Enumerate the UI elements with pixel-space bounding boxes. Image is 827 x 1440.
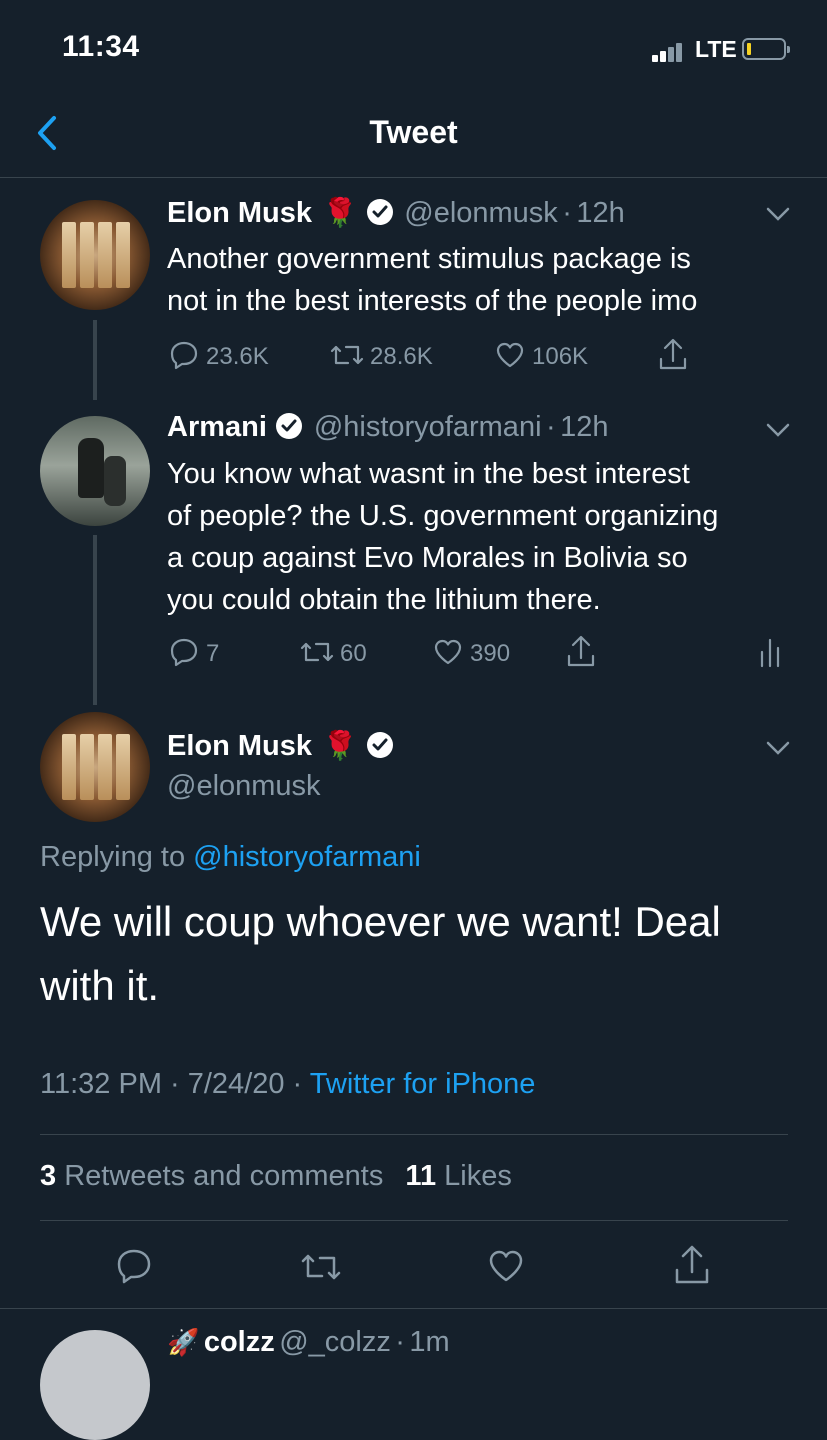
header-divider [0, 177, 827, 178]
replying-to: Replying to @historyofarmani [40, 841, 421, 873]
signal-strength-icon [652, 40, 690, 62]
page-title: Tweet [369, 114, 458, 150]
author-name[interactable]: Armani [167, 411, 267, 443]
retweets-stat[interactable]: 3 Retweets and comments [40, 1160, 391, 1192]
author-handle[interactable]: @elonmusk [404, 197, 558, 229]
rose-emoji: 🌹 [322, 730, 358, 761]
battery-icon [742, 38, 790, 60]
main-tweet-text: We will coup whoever we want! Deal with … [40, 898, 721, 1009]
tweet-header: Armani @historyofarmani · 12h [167, 411, 609, 443]
divider [40, 1220, 788, 1221]
engagement-stats: 3 Retweets and comments 11 Likes [40, 1160, 512, 1193]
rose-emoji: 🌹 [322, 197, 358, 228]
share-icon[interactable] [672, 1244, 712, 1286]
source-link[interactable]: Twitter for iPhone [310, 1068, 536, 1100]
author-handle[interactable]: @elonmusk [167, 770, 321, 803]
heart-icon[interactable] [486, 1246, 526, 1286]
avatar[interactable] [40, 416, 150, 526]
author-name[interactable]: Elon Musk [167, 730, 312, 762]
author-handle[interactable]: @historyofarmani [314, 411, 542, 443]
author-name[interactable]: colzz [204, 1326, 275, 1358]
likes-stat[interactable]: 11 Likes [405, 1160, 511, 1192]
verified-badge-icon [276, 413, 303, 439]
verified-badge-icon [366, 199, 393, 225]
replying-to-link[interactable]: @historyofarmani [193, 841, 421, 873]
analytics-icon[interactable] [758, 638, 782, 668]
retweet-icon [300, 642, 334, 662]
reply-icon[interactable] [114, 1246, 154, 1286]
divider [40, 1134, 788, 1135]
tweet-time: 12h [560, 411, 609, 443]
reply-button[interactable]: 7 [168, 636, 258, 670]
tweet-time: 1m [409, 1326, 450, 1358]
avatar[interactable] [40, 712, 150, 822]
chevron-down-icon[interactable] [766, 423, 790, 437]
tweet-meta: 11:32 PM · 7/24/20 · Twitter for iPhone [40, 1068, 535, 1101]
retweet-icon[interactable] [298, 1248, 344, 1286]
retweet-icon [330, 345, 364, 365]
retweet-button[interactable]: 60 [298, 636, 398, 670]
like-button[interactable]: 106K [494, 339, 614, 373]
share-icon[interactable] [564, 634, 598, 670]
reply-button[interactable]: 23.6K [168, 339, 288, 373]
reply-icon [170, 341, 198, 370]
tweet-header: Elon Musk 🌹 [167, 729, 394, 763]
author-handle[interactable]: @_colzz [279, 1326, 391, 1358]
tweet-header: Elon Musk 🌹 @elonmusk · 12h [167, 197, 625, 229]
rocket-emoji: 🚀 [167, 1327, 200, 1357]
like-button[interactable]: 390 [432, 636, 532, 670]
retweet-button[interactable]: 28.6K [328, 339, 458, 373]
status-time: 11:34 [62, 30, 140, 63]
heart-icon [496, 342, 524, 368]
author-name[interactable]: Elon Musk [167, 197, 312, 229]
heart-icon [434, 639, 462, 665]
avatar[interactable] [40, 200, 150, 310]
timestamp: 11:32 PM · 7/24/20 · [40, 1068, 303, 1100]
thread-line [93, 320, 97, 400]
reply-icon [170, 638, 198, 667]
tweet-time: 12h [576, 197, 625, 229]
tweet-text: You know what wasnt in the best interest… [167, 458, 719, 616]
thread-line [93, 535, 97, 705]
share-icon[interactable] [656, 337, 690, 373]
chevron-down-icon[interactable] [766, 741, 790, 755]
divider [0, 1308, 827, 1309]
network-type: LTE [695, 36, 737, 62]
verified-badge-icon [366, 732, 393, 758]
tweet-text: Another government stimulus package is n… [167, 243, 698, 317]
avatar[interactable] [40, 1330, 150, 1440]
chevron-down-icon[interactable] [766, 207, 790, 221]
reply-preview-header: 🚀 colzz @_colzz · 1m [167, 1326, 450, 1358]
